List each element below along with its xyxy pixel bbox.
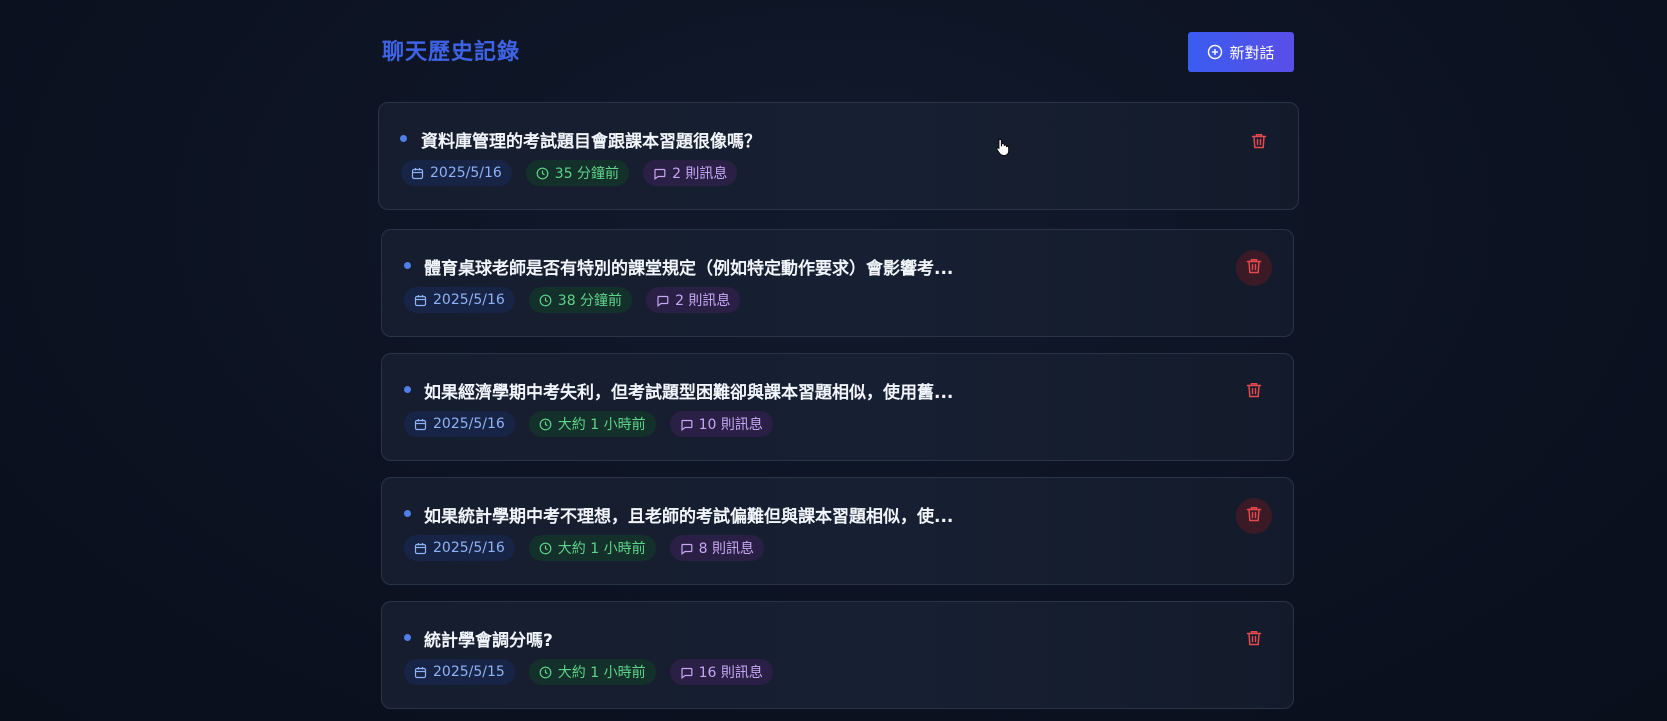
clock-icon — [539, 294, 552, 307]
calendar-icon — [414, 542, 427, 555]
chat-meta: 2025/5/16 35 分鐘前 2 則訊息 — [401, 160, 738, 186]
delete-button[interactable] — [1236, 498, 1272, 534]
delete-button[interactable] — [1236, 250, 1272, 286]
chat-title: 統計學會調分嗎? — [424, 631, 553, 651]
bullet-dot — [404, 386, 411, 393]
chat-item[interactable]: 資料庫管理的考試題目會跟課本習題很像嗎？ 2025/5/16 35 分鐘前 2 … — [378, 102, 1299, 210]
message-count-badge: 10 則訊息 — [669, 411, 773, 437]
message-square-icon — [653, 167, 666, 180]
time-text: 大約 1 小時前 — [557, 665, 646, 681]
chat-history-page: 聊天歷史記錄 新對話 資料庫管理的考試題目會跟課本習題很像嗎？ 2025/5/1… — [0, 0, 1667, 721]
time-text: 38 分鐘前 — [557, 293, 623, 309]
message-count-text: 2 則訊息 — [672, 166, 728, 182]
bullet-dot — [404, 510, 411, 517]
chat-meta: 2025/5/16 大約 1 小時前 10 則訊息 — [404, 411, 773, 437]
chat-item[interactable]: 統計學會調分嗎? 2025/5/15 大約 1 小時前 16 則訊息 — [381, 601, 1294, 709]
calendar-icon — [414, 418, 427, 431]
delete-button[interactable] — [1236, 374, 1272, 410]
date-text: 2025/5/16 — [433, 540, 505, 556]
trash-icon — [1245, 381, 1263, 403]
bullet-dot — [404, 262, 411, 269]
time-badge: 大約 1 小時前 — [528, 411, 656, 437]
time-text: 大約 1 小時前 — [557, 541, 646, 557]
time-badge: 35 分鐘前 — [525, 160, 630, 186]
time-badge: 大約 1 小時前 — [528, 535, 656, 561]
time-badge: 38 分鐘前 — [528, 287, 633, 313]
date-badge: 2025/5/15 — [404, 659, 515, 685]
message-count-badge: 2 則訊息 — [646, 287, 741, 313]
clock-icon — [536, 167, 549, 180]
message-count-text: 10 則訊息 — [698, 417, 763, 433]
chat-meta: 2025/5/15 大約 1 小時前 16 則訊息 — [404, 659, 773, 685]
date-text: 2025/5/16 — [433, 292, 505, 308]
message-count-badge: 2 則訊息 — [643, 160, 738, 186]
date-badge: 2025/5/16 — [401, 160, 512, 186]
trash-icon — [1250, 132, 1268, 154]
date-text: 2025/5/15 — [433, 664, 505, 680]
chat-item[interactable]: 如果統計學期中考不理想，且老師的考試偏難但與課本習題相似，使... 2025/5… — [381, 477, 1294, 585]
trash-icon — [1245, 505, 1263, 527]
bullet-dot — [404, 634, 411, 641]
message-count-badge: 8 則訊息 — [669, 535, 764, 561]
bullet-dot — [400, 135, 407, 142]
date-badge: 2025/5/16 — [404, 287, 515, 313]
delete-button[interactable] — [1236, 622, 1272, 658]
clock-icon — [539, 542, 552, 555]
date-text: 2025/5/16 — [430, 165, 502, 181]
chat-meta: 2025/5/16 38 分鐘前 2 則訊息 — [404, 287, 741, 313]
message-count-text: 2 則訊息 — [675, 293, 731, 309]
calendar-icon — [414, 294, 427, 307]
date-text: 2025/5/16 — [433, 416, 505, 432]
message-square-icon — [680, 542, 693, 555]
message-count-text: 16 則訊息 — [698, 665, 763, 681]
chat-title: 體育桌球老師是否有特別的課堂規定（例如特定動作要求）會影響考... — [424, 259, 954, 279]
message-count-text: 8 則訊息 — [698, 541, 754, 557]
delete-button[interactable] — [1241, 125, 1277, 161]
time-badge: 大約 1 小時前 — [528, 659, 656, 685]
trash-icon — [1245, 257, 1263, 279]
message-square-icon — [680, 418, 693, 431]
date-badge: 2025/5/16 — [404, 411, 515, 437]
message-count-badge: 16 則訊息 — [669, 659, 773, 685]
chat-item[interactable]: 體育桌球老師是否有特別的課堂規定（例如特定動作要求）會影響考... 2025/5… — [381, 229, 1294, 337]
chat-meta: 2025/5/16 大約 1 小時前 8 則訊息 — [404, 535, 764, 561]
clock-icon — [539, 666, 552, 679]
chat-title: 如果經濟學期中考失利，但考試題型困難卻與課本習題相似，使用舊... — [424, 383, 954, 403]
chat-title: 資料庫管理的考試題目會跟課本習題很像嗎？ — [421, 132, 761, 152]
hand-pointer-cursor-icon — [996, 138, 1010, 156]
message-square-icon — [656, 294, 669, 307]
calendar-icon — [414, 666, 427, 679]
chat-item[interactable]: 如果經濟學期中考失利，但考試題型困難卻與課本習題相似，使用舊... 2025/5… — [381, 353, 1294, 461]
calendar-icon — [411, 167, 424, 180]
time-text: 大約 1 小時前 — [557, 417, 646, 433]
date-badge: 2025/5/16 — [404, 535, 515, 561]
message-square-icon — [680, 666, 693, 679]
chat-list: 資料庫管理的考試題目會跟課本習題很像嗎？ 2025/5/16 35 分鐘前 2 … — [0, 0, 1667, 721]
trash-icon — [1245, 629, 1263, 651]
time-text: 35 分鐘前 — [554, 166, 620, 182]
chat-title: 如果統計學期中考不理想，且老師的考試偏難但與課本習題相似，使... — [424, 507, 954, 527]
clock-icon — [539, 418, 552, 431]
